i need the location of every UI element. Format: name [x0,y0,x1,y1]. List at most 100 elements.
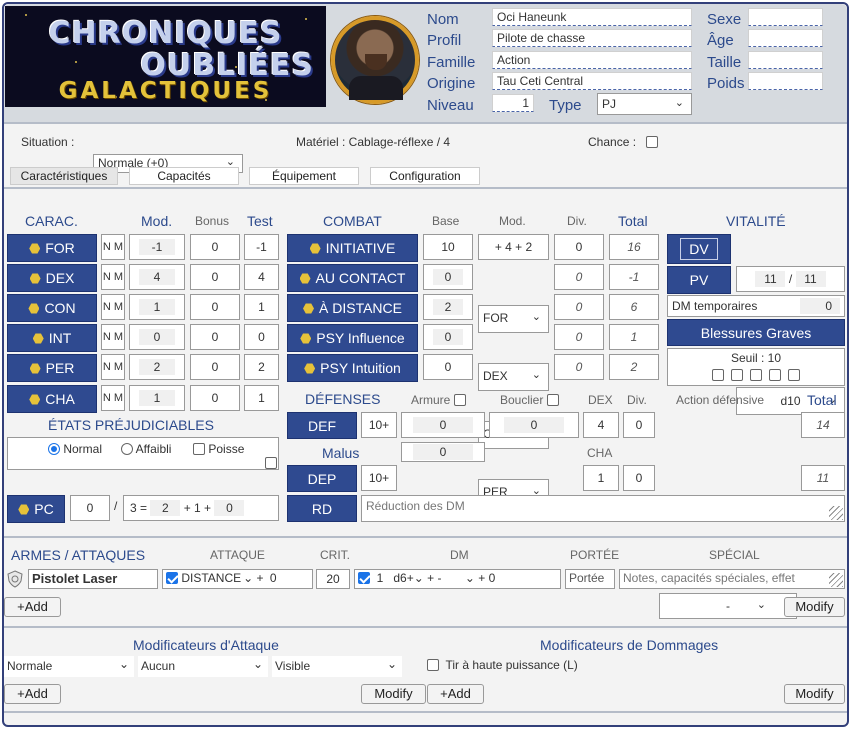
combat-button-4[interactable]: PSY Intuition [287,354,418,382]
etat-extra-checkbox[interactable] [265,457,277,469]
pv-current[interactable]: 11 [755,271,786,287]
pv-max[interactable]: 11 [795,271,826,287]
blessures-button[interactable]: Blessures Graves [667,319,845,346]
dm-die-select[interactable]: d6+ [393,571,413,585]
weapon-portee[interactable]: Portée [565,569,615,589]
combat-div[interactable]: 0 [554,324,604,350]
action-select[interactable]: - ⌄ [659,593,797,619]
radio-affaibli[interactable] [121,443,133,455]
combat-base[interactable]: 0 [423,354,473,380]
poids-field[interactable] [748,72,823,90]
add-weapon-button[interactable]: +Add [4,597,61,617]
dm-value[interactable]: 0 [800,298,840,314]
carac-bonus[interactable]: 0 [190,294,240,320]
carac-nm[interactable]: N M [101,354,125,380]
type-select[interactable]: PJ ⌄ [597,93,692,115]
combat-base[interactable]: 0 [433,329,463,345]
dm-dice-count[interactable]: 1 [377,571,384,585]
resize-handle-icon[interactable] [829,573,843,587]
modify-mod-dommages-button[interactable]: Modify [784,684,845,704]
blessure-checkbox-1[interactable] [711,369,724,381]
combat-button-1[interactable]: AU CONTACT [287,264,418,292]
dm-bonus-select[interactable]: + - [427,571,441,585]
mod-select-1[interactable]: Normale ⌄ [4,656,134,677]
tir-option[interactable]: Tir à haute puissance (L) [427,658,578,672]
carac-button-5[interactable]: CHA [7,385,97,413]
bouclier-checkbox[interactable] [546,394,559,406]
carac-bonus[interactable]: 0 [190,354,240,380]
famille-field[interactable]: Action [492,51,692,69]
carac-nm[interactable]: N M [101,294,125,320]
blessure-checkbox-5[interactable] [788,369,801,381]
dep-button[interactable]: DEP [287,465,357,492]
niveau-field[interactable]: 1 [492,94,534,112]
dm-value[interactable]: 0 [489,571,496,585]
carac-mod[interactable]: -1 [139,239,175,255]
shield-icon[interactable] [6,570,24,588]
combat-div[interactable]: 0 [554,264,604,290]
nom-field[interactable]: Oci Haneunk [492,8,692,26]
combat-button-0[interactable]: INITIATIVE [287,234,418,262]
chevron-down-icon[interactable]: ⌄ [414,571,424,585]
carac-nm[interactable]: N M [101,234,125,260]
add-mod-dommages-button[interactable]: +Add [427,684,484,704]
def-bouclier[interactable]: 0 [504,417,564,433]
carac-mod[interactable]: 1 [139,390,175,406]
def-button[interactable]: DEF [287,412,357,439]
taille-field[interactable] [748,51,823,69]
weapon-special[interactable]: Notes, capacités spéciales, effet [619,569,845,589]
combat-div[interactable]: 0 [554,234,604,260]
dep-base[interactable]: 10+ [361,465,397,491]
resize-handle-icon[interactable] [829,506,843,520]
carac-mod[interactable]: 4 [139,269,175,285]
malus-value[interactable]: 0 [413,444,473,460]
attaque-select[interactable]: DISTANCE [181,571,241,585]
carac-button-4[interactable]: PER [7,354,97,382]
dv-button[interactable]: DV [667,234,731,264]
weapon-crit[interactable]: 20 [316,569,350,589]
pc-value[interactable]: 0 [70,495,110,521]
chance-checkbox[interactable] [646,136,658,148]
etat-affaibli[interactable]: Affaibli [121,442,171,456]
blessure-checkbox-4[interactable] [769,369,782,381]
radio-normal[interactable] [48,443,60,455]
def-armure[interactable]: 0 [413,417,473,433]
dm-checkbox[interactable] [358,572,370,584]
carac-bonus[interactable]: 0 [190,264,240,290]
tab-capacites[interactable]: Capacités [129,167,239,185]
rd-textarea[interactable]: Réduction des DM [361,495,845,522]
etat-normal[interactable]: Normal [48,442,102,456]
carac-nm[interactable]: N M [101,324,125,350]
carac-bonus[interactable]: 0 [190,234,240,260]
carac-mod[interactable]: 1 [139,299,175,315]
tir-checkbox[interactable] [427,659,439,671]
pc-button[interactable]: PC [7,495,65,523]
character-avatar[interactable] [331,16,419,104]
attaque-checkbox[interactable] [166,572,178,584]
tab-configuration[interactable]: Configuration [370,167,480,185]
carac-bonus[interactable]: 0 [190,385,240,411]
carac-button-1[interactable]: DEX [7,264,97,292]
blessure-checkbox-3[interactable] [750,369,762,381]
armure-checkbox[interactable] [453,394,466,406]
combat-div[interactable]: 0 [554,354,604,380]
att-value[interactable]: 0 [266,571,280,585]
combat-mod-select[interactable]: DEX ⌄ [478,363,549,391]
combat-button-3[interactable]: PSY Influence [287,324,418,352]
blessure-checkbox-2[interactable] [730,369,743,381]
chevron-down-icon[interactable]: ⌄ [465,571,475,585]
sexe-field[interactable] [748,8,823,26]
carac-nm[interactable]: N M [101,385,125,411]
combat-base[interactable]: 10 [423,234,473,260]
modify-mod-attaque-button[interactable]: Modify [361,684,426,704]
combat-base[interactable]: 0 [433,269,463,285]
profil-field[interactable]: Pilote de chasse [492,29,692,47]
origine-field[interactable]: Tau Ceti Central [492,72,692,90]
combat-button-2[interactable]: À DISTANCE [287,294,418,322]
etat-poisse[interactable]: Poisse [193,442,244,456]
pv-button[interactable]: PV [667,266,731,294]
age-field[interactable] [748,29,823,47]
add-mod-attaque-button[interactable]: +Add [4,684,61,704]
weapon-name[interactable]: Pistolet Laser [28,569,158,589]
carac-button-2[interactable]: CON [7,294,97,322]
